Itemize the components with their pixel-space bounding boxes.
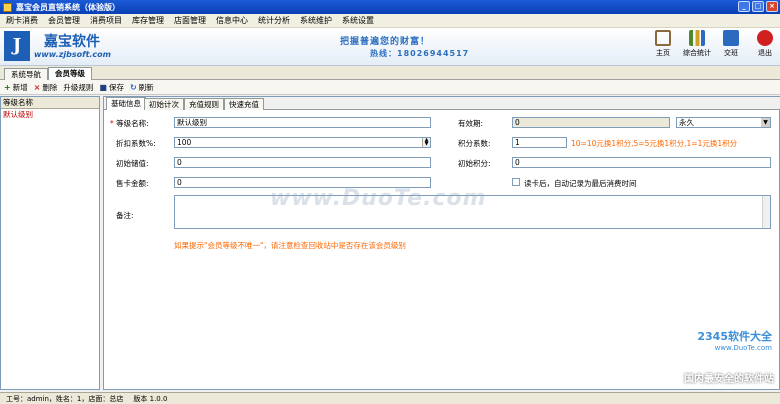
chevron-down-icon[interactable]: ▼ [761, 118, 770, 127]
menu-item-info[interactable]: 信息中心 [216, 15, 248, 26]
init-points-input[interactable]: 0 [512, 157, 771, 168]
status-version: 版本 1.0.0 [133, 394, 168, 403]
close-button[interactable]: × [766, 1, 778, 12]
menu-item-card-consume[interactable]: 刷卡消费 [6, 15, 38, 26]
banner: J 嘉宝软件 www.zjbsoft.com 把握普遍您的财富！ 热线：1802… [0, 28, 780, 66]
init-stored-input[interactable]: 0 [174, 157, 431, 168]
slogan: 把握普遍您的财富！ [340, 37, 431, 47]
plus-icon: + [4, 82, 11, 92]
exit-button[interactable]: 退出 [750, 30, 780, 58]
menu-item-member[interactable]: 会员管理 [48, 15, 80, 26]
level-name-label: * 等级名称: [110, 119, 149, 128]
init-points-label: 初始积分: [458, 159, 491, 168]
remark-label: 备注: [116, 211, 134, 220]
validity-label: 有效期: [458, 119, 484, 128]
detail-panel: 基础信息 初始计次 充值规则 快速充值 * 等级名称: 默认级别 折扣系数%: … [103, 96, 780, 390]
tab-recharge-rule[interactable]: 充值规则 [184, 98, 224, 110]
phone: 热线：18026944517 [370, 49, 470, 58]
logo-url: www.zjbsoft.com [34, 50, 111, 59]
level-list: 等级名称 默认级别 [0, 96, 100, 390]
menu-item-settings[interactable]: 系统设置 [342, 15, 374, 26]
scrollbar[interactable] [762, 196, 770, 228]
save-button[interactable]: ■ 保存 [99, 82, 124, 93]
points-hint: 10=10元换1积分,5=5元换1积分,1=1元换1积分 [571, 139, 738, 148]
level-list-header: 等级名称 [1, 97, 99, 109]
toolbar: + 新增 × 删除 升级规则 ■ 保存 ↻ 刷新 [0, 80, 780, 95]
delete-button[interactable]: × 删除 [34, 82, 58, 93]
tab-init-count[interactable]: 初始计次 [144, 98, 184, 110]
window-titlebar: 嘉宝会员直销系统（体验版） _ □ × [0, 0, 780, 14]
validity-input[interactable]: 0 [512, 117, 670, 128]
nav-tabs: 系统导航 会员等级 [0, 66, 780, 80]
stepper-arrows-icon[interactable]: ▲ ▼ [422, 138, 430, 147]
sub-tabs: 基础信息 初始计次 充值规则 快速充值 [104, 97, 780, 110]
window-title: 嘉宝会员直销系统（体验版） [16, 2, 120, 12]
duote-watermark: www.DuoTe.com [270, 186, 487, 211]
discount-stepper[interactable]: 100 ▲ ▼ [174, 137, 431, 148]
list-item[interactable]: 默认级别 [1, 109, 99, 120]
k2345-url-watermark: www.DuoTe.com [714, 344, 772, 352]
menu-item-maintain[interactable]: 系统维护 [300, 15, 332, 26]
shift-button[interactable]: 交班 [716, 30, 746, 58]
app-icon [3, 2, 12, 12]
points-label: 积分系数: [458, 139, 491, 148]
home-button[interactable]: 主页 [648, 30, 678, 58]
safe-watermark: 国内最安全的软件站 [684, 374, 774, 385]
bar-chart-icon [689, 30, 705, 46]
auto-record-label: 读卡后，自动记录为最后消费时间 [524, 179, 637, 188]
stats-button[interactable]: 综合统计 [682, 30, 712, 58]
validity-select[interactable]: 永久 ▼ [676, 117, 771, 128]
maximize-button[interactable]: □ [752, 1, 764, 12]
delete-icon: × [33, 82, 41, 92]
tab-basic-info[interactable]: 基础信息 [106, 97, 146, 110]
status-bar: 工号：admin，姓名：1，店面：总店 版本 1.0.0 [0, 392, 780, 404]
refresh-button[interactable]: ↻ 刷新 [130, 82, 154, 93]
discount-label: 折扣系数%: [116, 139, 156, 148]
menu-bar: 刷卡消费 会员管理 消费项目 库存管理 店面管理 信息中心 统计分析 系统维护 … [0, 14, 780, 28]
k2345-watermark: 2345软件大全 [697, 330, 772, 343]
points-input[interactable]: 1 [512, 137, 567, 148]
logo-icon: J [4, 31, 30, 61]
menu-item-inventory[interactable]: 库存管理 [132, 15, 164, 26]
card-amount-label: 售卡金额: [116, 179, 149, 188]
refresh-icon: ↻ [129, 82, 137, 92]
power-icon [757, 30, 773, 46]
upgrade-rule-button[interactable]: 升级规则 [63, 82, 93, 93]
logo-name: 嘉宝软件 [44, 34, 100, 50]
init-stored-label: 初始储值: [116, 159, 149, 168]
home-icon [655, 30, 671, 46]
duplicate-level-hint: 如果提示"会员等级不唯一"，请注意检查回收站中是否存在该会员级别 [174, 241, 406, 250]
auto-record-checkbox[interactable] [512, 178, 520, 186]
exchange-icon [723, 30, 739, 46]
level-name-input[interactable]: 默认级别 [174, 117, 431, 128]
menu-item-consume-items[interactable]: 消费项目 [90, 15, 122, 26]
tab-member-level[interactable]: 会员等级 [48, 67, 92, 80]
add-button[interactable]: + 新增 [4, 82, 28, 93]
status-user: 工号：admin，姓名：1，店面：总店 [6, 394, 124, 403]
save-icon: ■ [99, 82, 107, 92]
minimize-button[interactable]: _ [738, 1, 750, 12]
tab-system-nav[interactable]: 系统导航 [4, 68, 48, 80]
menu-item-stats[interactable]: 统计分析 [258, 15, 290, 26]
tab-quick-recharge[interactable]: 快速充值 [224, 98, 264, 110]
menu-item-store[interactable]: 店面管理 [174, 15, 206, 26]
